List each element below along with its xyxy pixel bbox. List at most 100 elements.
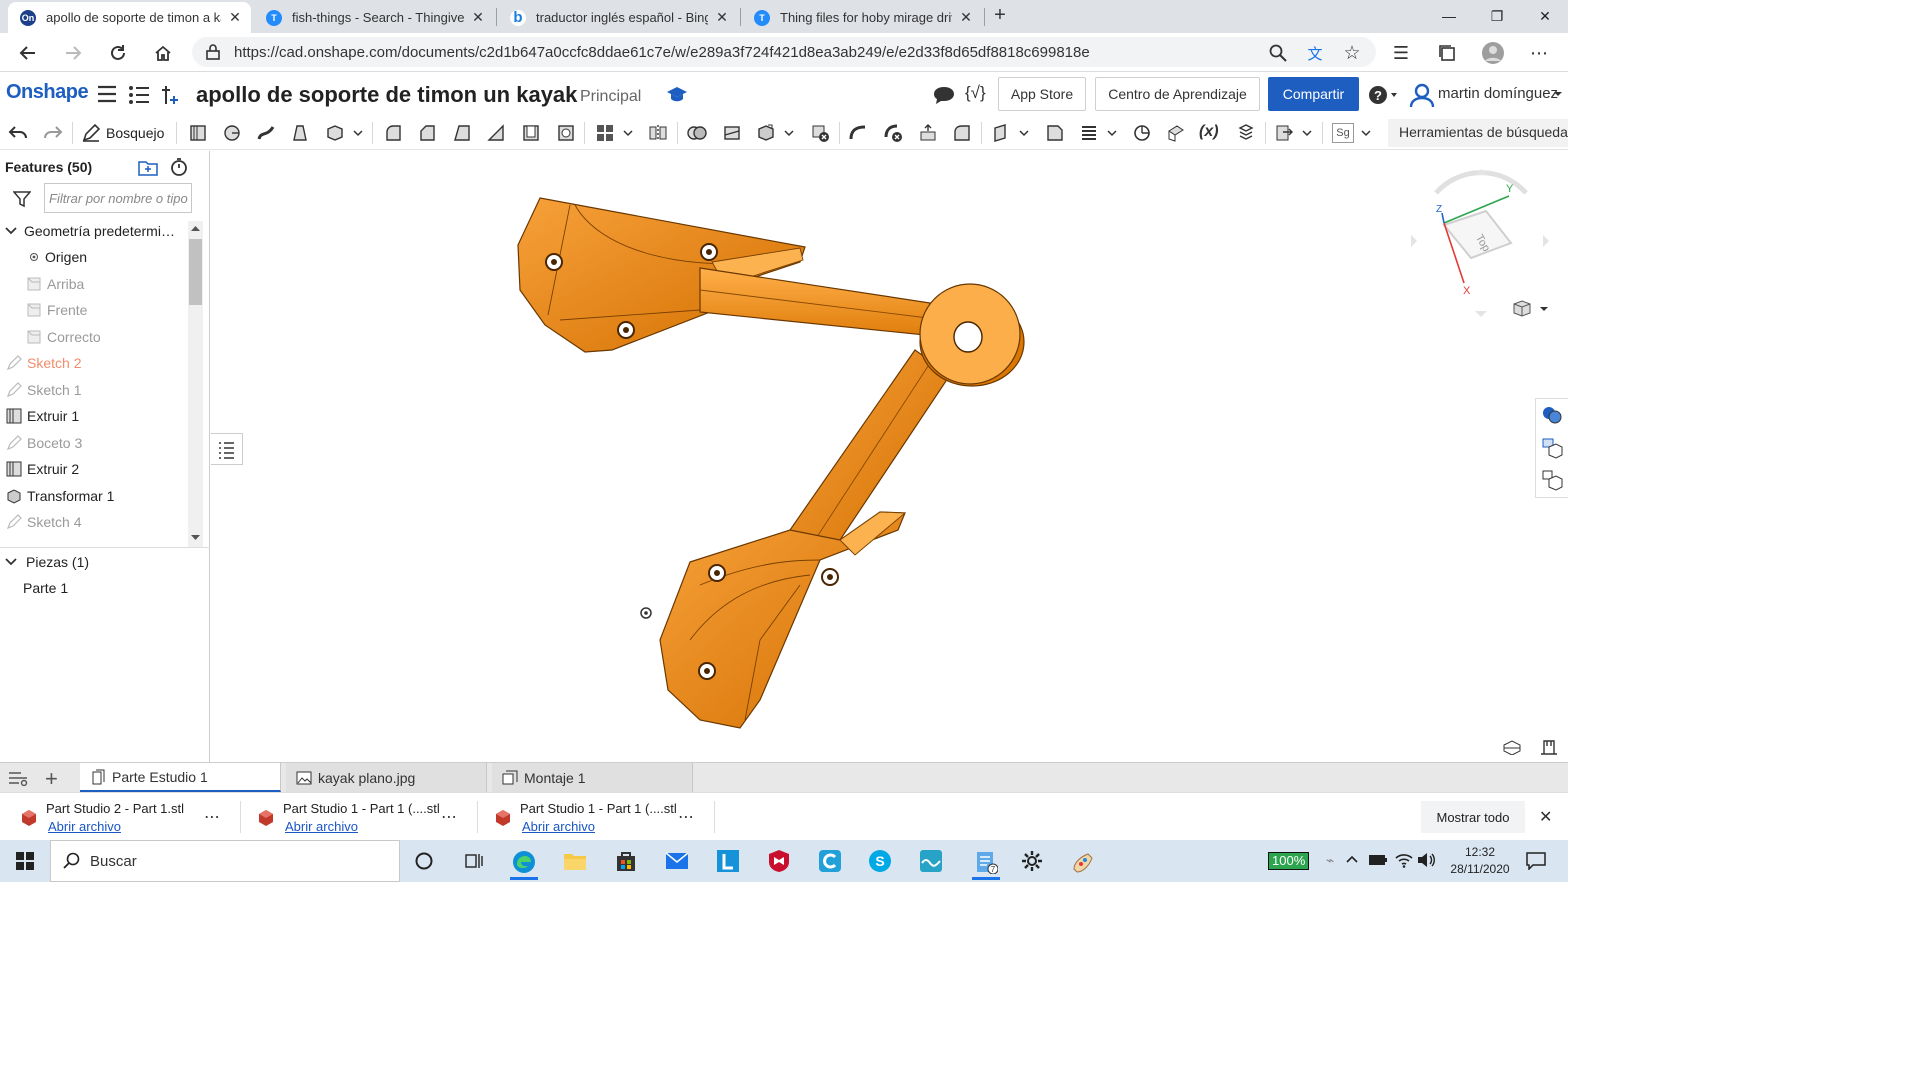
tab-manager-icon[interactable] (8, 770, 28, 786)
taskbar-search-box[interactable]: Buscar (50, 840, 400, 882)
appearance-panel-icon[interactable] (1541, 404, 1563, 426)
fillet-tool-icon[interactable] (383, 123, 403, 143)
add-folder-icon[interactable] (138, 159, 158, 177)
feature-item-sketch-2[interactable]: Sketch 2 (0, 350, 188, 376)
home-icon[interactable] (149, 39, 177, 67)
download-more-icon[interactable]: ⋯ (441, 807, 458, 827)
split-tool-icon[interactable] (722, 123, 742, 143)
tab-assembly-1[interactable]: Montaje 1 (492, 763, 693, 792)
open-file-link[interactable]: Abrir archivo (48, 819, 121, 834)
mirror-tool-icon[interactable] (648, 123, 668, 143)
search-tools-input[interactable]: Herramientas de búsqueda (1388, 119, 1568, 147)
edge-browser-icon[interactable] (510, 847, 538, 880)
download-item[interactable]: Part Studio 1 - Part 1 (....stl Abrir ar… (492, 801, 712, 835)
browser-tab-thingiverse-search[interactable]: T fish-things - Search - Thingiverse ✕ (254, 2, 494, 33)
units-scale-icon[interactable] (1539, 739, 1559, 755)
file-explorer-icon[interactable] (561, 847, 589, 875)
sketch-button[interactable]: Bosquejo (82, 122, 164, 144)
feature-item-sketch-4[interactable]: Sketch 4 (0, 509, 188, 535)
hamburger-menu-icon[interactable] (97, 85, 117, 103)
dropdown-chevron-icon[interactable] (1360, 123, 1372, 143)
scroll-thumb[interactable] (189, 239, 202, 305)
open-file-link[interactable]: Abrir archivo (522, 819, 595, 834)
feature-item-extrude-1[interactable]: Extruir 1 (0, 403, 188, 429)
store-icon[interactable] (612, 847, 640, 875)
mail-icon[interactable] (663, 847, 691, 875)
back-icon[interactable] (14, 39, 42, 67)
feature-item-top-plane[interactable]: Arriba (0, 271, 188, 297)
system-clock[interactable]: 12:32 28/11/2020 (1440, 844, 1520, 878)
show-hidden-icons-chevron-icon[interactable] (1345, 854, 1359, 864)
lock-icon[interactable] (206, 44, 220, 60)
dropdown-chevron-icon[interactable] (783, 123, 795, 143)
helix-tool-icon[interactable] (1079, 123, 1099, 143)
draft-tool-icon[interactable] (452, 123, 472, 143)
feature-filter-input[interactable]: Filtrar por nombre o tipo (44, 183, 192, 213)
default-geometry-group[interactable]: Geometría predeterminada (0, 218, 188, 244)
versions-history-icon[interactable] (128, 85, 150, 105)
frame-tool-icon[interactable] (1236, 123, 1256, 143)
feature-item-extrude-2[interactable]: Extruir 2 (0, 456, 188, 482)
extrude-tool-icon[interactable] (188, 123, 208, 143)
dropdown-chevron-icon[interactable] (622, 123, 634, 143)
favorite-star-icon[interactable]: ☆ (1338, 39, 1366, 67)
document-title[interactable]: apollo de soporte de timon un kayak (196, 82, 577, 108)
favorites-list-icon[interactable]: ☰ (1387, 39, 1415, 67)
feature-item-sketch-1[interactable]: Sketch 1 (0, 377, 188, 403)
url-field[interactable]: https://cad.onshape.com/documents/c2d1b6… (192, 37, 1376, 67)
feature-list-scrollbar[interactable] (188, 221, 203, 547)
notifications-icon[interactable] (1526, 852, 1546, 870)
close-window-icon[interactable]: ✕ (1522, 0, 1568, 32)
more-menu-icon[interactable]: ⋯ (1525, 39, 1553, 67)
hole-tool-icon[interactable] (556, 123, 576, 143)
skype-icon[interactable]: S (866, 847, 894, 875)
volume-icon[interactable] (1416, 852, 1436, 868)
dropdown-chevron-icon[interactable] (1018, 123, 1030, 143)
configurations-icon[interactable] (1541, 469, 1563, 491)
derived-tool-icon[interactable] (1274, 123, 1294, 143)
delete-face-tool-icon[interactable] (883, 123, 903, 143)
app-l-icon[interactable] (714, 847, 742, 875)
restore-icon[interactable]: ❐ (1474, 0, 1520, 32)
user-avatar-icon[interactable] (1409, 82, 1435, 108)
boolean-tool-icon[interactable] (687, 123, 707, 143)
onshape-logo[interactable]: Onshape (6, 81, 89, 104)
profile-icon[interactable] (1479, 39, 1507, 67)
share-button[interactable]: Compartir (1268, 77, 1359, 111)
dropdown-chevron-icon[interactable] (1301, 123, 1313, 143)
paint-icon[interactable] (1069, 847, 1097, 875)
bill-of-materials-icon[interactable] (1541, 437, 1563, 459)
add-tab-icon[interactable]: + (45, 766, 58, 792)
close-tab-icon[interactable]: ✕ (714, 9, 730, 26)
revolve-tool-icon[interactable] (222, 123, 242, 143)
cortana-icon[interactable] (410, 847, 438, 875)
transform-tool-icon[interactable] (756, 123, 776, 143)
collections-icon[interactable] (1433, 39, 1461, 67)
task-view-icon[interactable] (460, 847, 488, 875)
education-cap-icon[interactable] (666, 85, 688, 103)
battery-icon[interactable] (1368, 853, 1388, 867)
close-downloads-icon[interactable]: ✕ (1539, 807, 1552, 827)
sweep-tool-icon[interactable] (256, 123, 276, 143)
tab-kayak-image[interactable]: kayak plano.jpg (286, 763, 487, 792)
delete-part-tool-icon[interactable] (810, 123, 830, 143)
section-view-icon[interactable] (1502, 739, 1522, 755)
feature-item-origin[interactable]: Origen (0, 244, 188, 270)
notepad-icon[interactable]: 7 (972, 847, 1000, 880)
chamfer-tool-icon[interactable] (417, 123, 437, 143)
download-more-icon[interactable]: ⋯ (678, 807, 695, 827)
forward-icon[interactable] (59, 39, 87, 67)
scroll-up-icon[interactable] (191, 225, 200, 231)
reload-icon[interactable] (104, 39, 132, 67)
minimize-icon[interactable]: — (1426, 0, 1472, 32)
comments-icon[interactable] (933, 85, 955, 105)
chevron-down-icon[interactable] (4, 223, 20, 239)
settings-gear-icon[interactable] (1018, 847, 1046, 875)
zoom-icon[interactable] (1264, 39, 1292, 67)
open-file-link[interactable]: Abrir archivo (285, 819, 358, 834)
branch-label[interactable]: Principal (580, 88, 641, 106)
download-item[interactable]: Part Studio 1 - Part 1 (....stl Abrir ar… (255, 801, 475, 835)
redo-icon[interactable] (43, 123, 63, 143)
graphics-viewport[interactable]: Top Y X Z (211, 151, 1568, 762)
plane-tool-icon[interactable] (991, 123, 1011, 143)
